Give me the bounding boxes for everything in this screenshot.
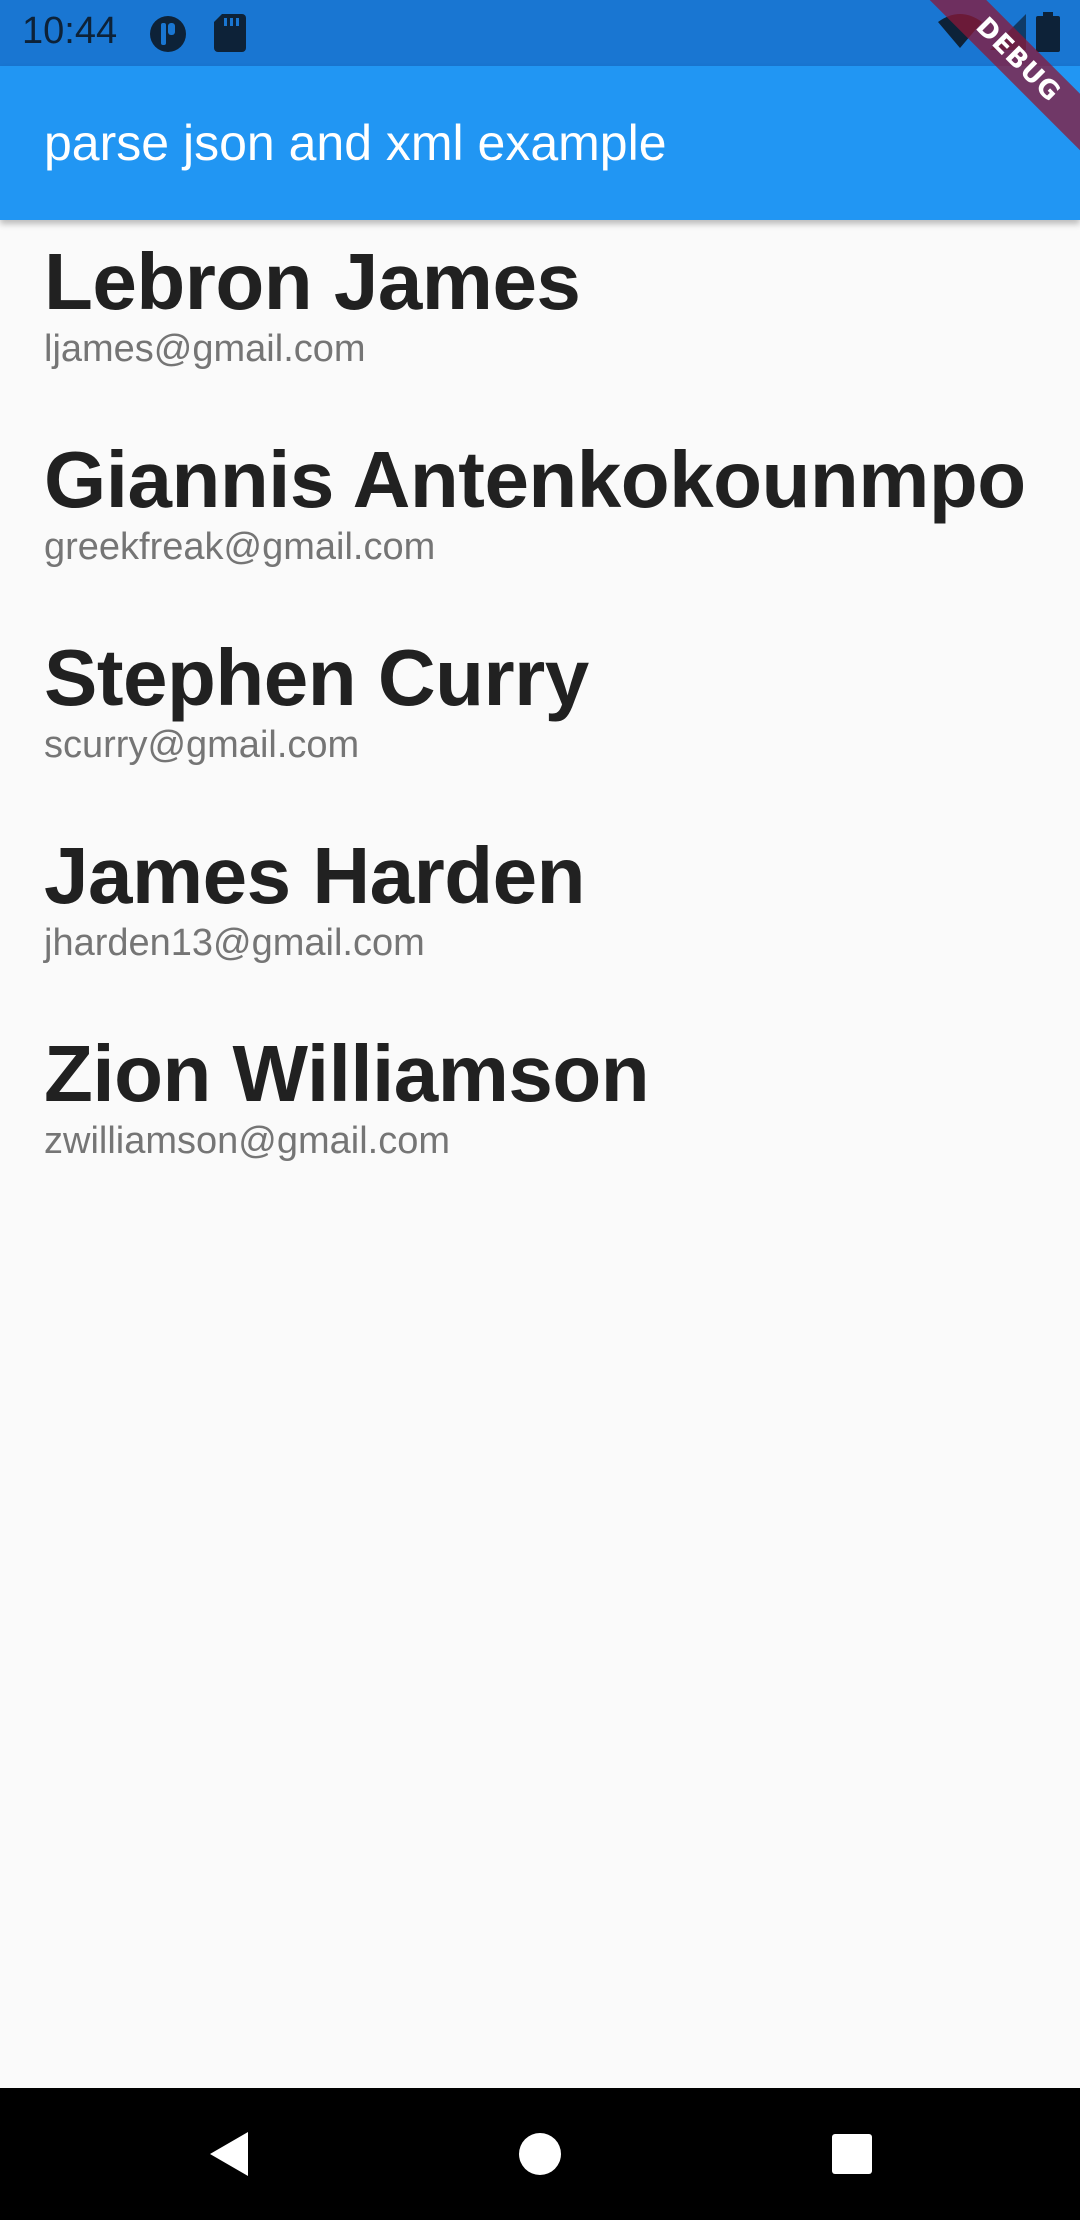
app-title: parse json and xml example [44,115,667,171]
screen: 10:44 parse json and xml example DEBUG L… [0,0,1080,2220]
user-name: Zion Williamson [44,1029,650,1118]
user-email: jharden13@gmail.com [44,922,425,964]
sd-card-icon [214,14,246,57]
home-icon[interactable] [514,2128,566,2180]
list-item: Giannis Antenkokounmpo greekfreak@gmail.… [0,418,1080,616]
app-bar: parse json and xml example [0,66,1080,220]
status-time: 10:44 [22,10,118,52]
recents-icon[interactable] [826,2128,878,2180]
list-item: James Harden jharden13@gmail.com [0,814,1080,1012]
navigation-bar [0,2088,1080,2220]
battery-icon [1036,12,1060,57]
list-item: Zion Williamson zwilliamson@gmail.com [0,1012,1080,1210]
list-item: Lebron James ljames@gmail.com [0,220,1080,418]
user-list: Lebron James ljames@gmail.com Giannis An… [0,220,1080,1210]
assistant-icon [148,14,188,59]
user-email: zwilliamson@gmail.com [44,1120,450,1162]
status-bar: 10:44 [0,0,1080,66]
user-name: Giannis Antenkokounmpo [44,435,1026,524]
back-icon[interactable] [204,2128,256,2180]
user-email: scurry@gmail.com [44,724,360,766]
wifi-icon [938,14,982,55]
signal-icon [990,14,1026,55]
user-name: James Harden [44,831,585,920]
user-name: Stephen Curry [44,633,589,722]
list-item: Stephen Curry scurry@gmail.com [0,616,1080,814]
user-name: Lebron James [44,237,581,326]
user-email: greekfreak@gmail.com [44,526,436,568]
user-email: ljames@gmail.com [44,328,366,370]
